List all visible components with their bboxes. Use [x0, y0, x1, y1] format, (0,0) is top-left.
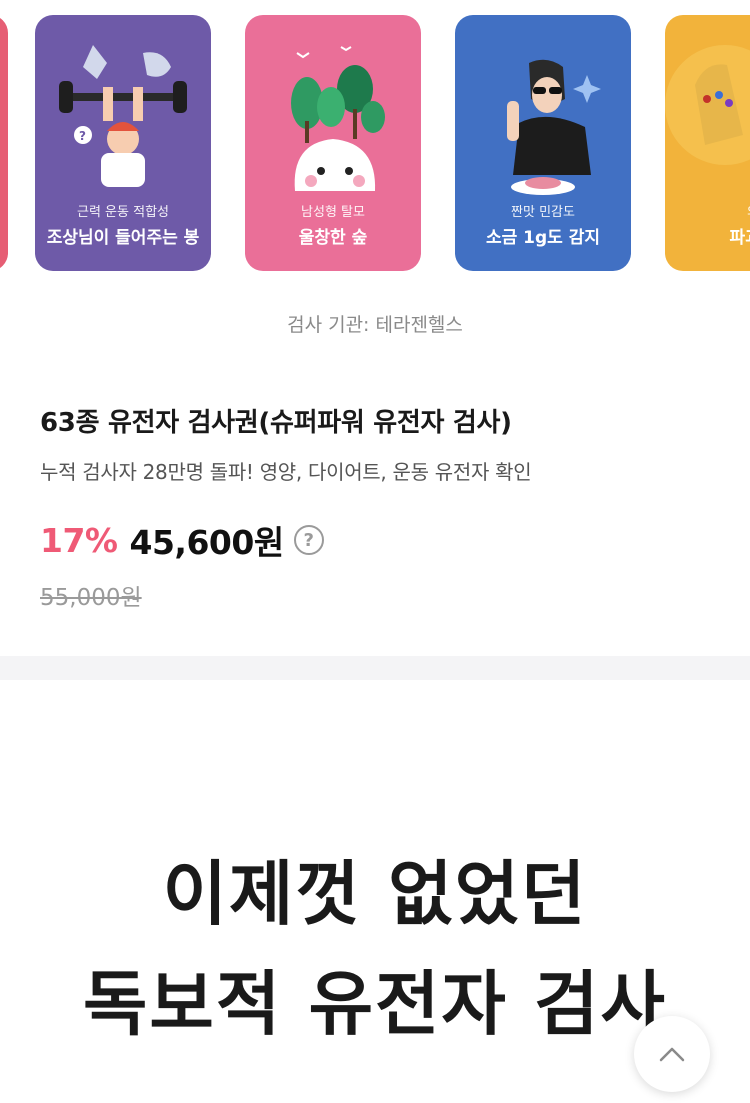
card-sub-label: 근력 운동 적합성 — [77, 205, 169, 220]
section-divider — [0, 656, 750, 680]
card-sub-label: 의 — [665, 201, 750, 220]
card-main-label: 파괴의 — [729, 228, 750, 248]
sale-price: 45,600원 — [129, 523, 285, 562]
card-sub-label: 남성형 탈모 — [301, 205, 365, 220]
product-description: 누적 검사자 28만명 돌파! 영양, 다이어트, 운동 유전자 확인 — [40, 460, 532, 484]
scroll-to-top-button[interactable] — [634, 1016, 710, 1092]
help-symbol: ? — [303, 529, 314, 551]
feature-card-hair-loss[interactable]: 남성형 탈모 울창한 숲 — [245, 15, 421, 271]
forest-head-illustration — [291, 46, 385, 191]
weightlifter-illustration: ? — [59, 45, 187, 187]
feature-card-partial-left[interactable] — [0, 15, 8, 271]
chevron-up-icon — [659, 1047, 685, 1062]
feature-card-strength[interactable]: ? 근력 운동 적합성 조상님이 들어주는 봉 — [35, 15, 211, 271]
card-main-label: 울창한 숲 — [298, 228, 368, 248]
original-price: 55,000원 — [40, 585, 142, 611]
question-circle-icon[interactable]: ? — [293, 525, 324, 555]
salt-taster-illustration — [507, 59, 601, 195]
product-title: 63종 유전자 검사권(슈퍼파워 유전자 검사) — [40, 408, 512, 438]
card-main-label: 조상님이 들어주는 봉 — [46, 228, 200, 248]
discount-rate: 17% — [40, 520, 118, 560]
feature-card-destruction[interactable]: 의 파괴의 — [665, 15, 750, 271]
headline-line-1: 이제껏 없었던 — [162, 853, 588, 935]
card-main-label: 소금 1g도 감지 — [485, 228, 601, 248]
feature-carousel[interactable]: ? 근력 운동 적합성 조상님이 들어주는 봉 남성형 탈모 울창한 숲 짠맛 … — [0, 0, 750, 290]
test-provider-label: 검사 기관: 테라젠헬스 — [287, 314, 463, 336]
headline-line-2: 독보적 유전자 검사 — [83, 963, 667, 1045]
card-sub-label: 짠맛 민감도 — [511, 205, 575, 220]
price-row: 17% 45,600원 ? — [40, 518, 324, 562]
feature-card-salt[interactable]: 짠맛 민감도 소금 1g도 감지 — [455, 15, 631, 271]
gauntlet-illustration — [665, 45, 750, 165]
svg-text:?: ? — [79, 129, 86, 143]
